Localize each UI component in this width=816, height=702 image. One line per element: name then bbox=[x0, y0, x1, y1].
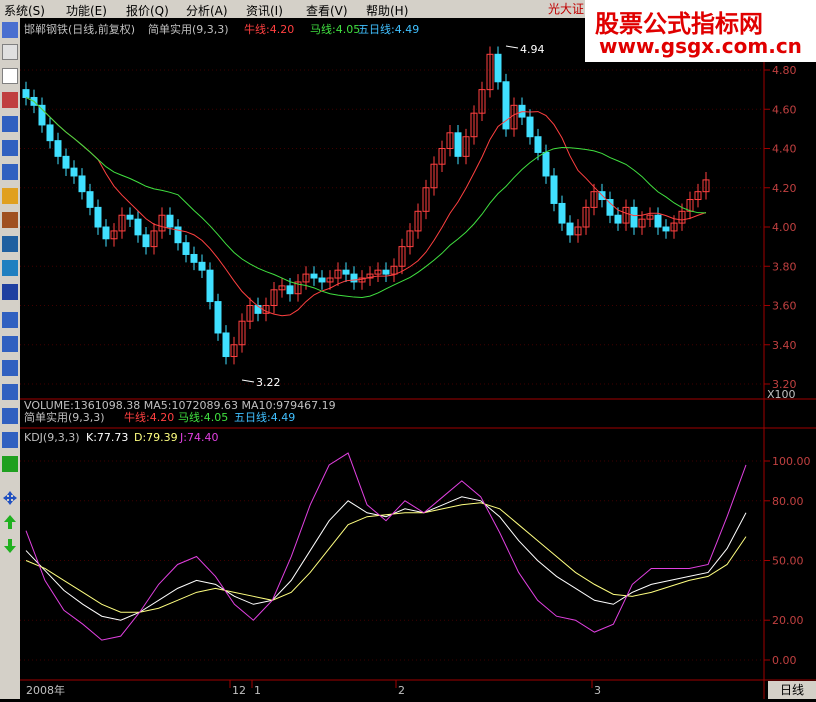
exit-icon[interactable] bbox=[2, 456, 18, 472]
price-tick-label: 3.60 bbox=[772, 300, 797, 313]
time-label-feb: 2 bbox=[398, 684, 405, 697]
daily-tab[interactable]: 日线 bbox=[768, 681, 816, 699]
left-toolbar bbox=[0, 18, 20, 699]
time-label-jan: 1 bbox=[254, 684, 261, 697]
legend-five-day-line: 五日线:4.49 bbox=[358, 22, 419, 36]
price-tick-label: 4.00 bbox=[772, 221, 797, 234]
chart-icon[interactable] bbox=[2, 22, 18, 38]
sub-legend-five-day-line: 五日线:4.49 bbox=[234, 410, 295, 424]
kdj-k-readout: K:77.73 bbox=[86, 431, 128, 444]
sub-indicator-name: 简单实用(9,3,3) bbox=[24, 410, 105, 424]
watermark-logo: 股票公式指标网 www.gsgx.com.cn bbox=[585, 0, 816, 62]
mail-icon[interactable] bbox=[2, 188, 18, 204]
users-icon[interactable] bbox=[2, 212, 18, 228]
arrow-down-icon[interactable] bbox=[2, 538, 18, 554]
kdj-tick-label: 80.00 bbox=[772, 495, 804, 508]
stock-chart[interactable]: 邯郸钢铁(日线,前复权) 简单实用(9,3,3) 牛线:4.20 马线:4.05… bbox=[20, 18, 816, 699]
low-price-label: 3.22 bbox=[256, 376, 281, 389]
menu-function[interactable]: 功能(E) bbox=[66, 2, 107, 19]
wave-icon[interactable] bbox=[2, 312, 18, 328]
kdj-d-readout: D:79.39 bbox=[134, 431, 178, 444]
time-label-mar: 3 bbox=[594, 684, 601, 697]
kdj-tick-label: 50.00 bbox=[772, 555, 804, 568]
price-tick-label: 4.40 bbox=[772, 143, 797, 156]
price-tick-label: 4.60 bbox=[772, 103, 797, 116]
sub-legend-bull-line: 牛线:4.20 bbox=[124, 410, 174, 424]
search-icon[interactable] bbox=[2, 260, 18, 276]
document-icon[interactable] bbox=[2, 408, 18, 424]
page-icon[interactable] bbox=[2, 432, 18, 448]
indicator-name: 简单实用(9,3,3) bbox=[148, 22, 229, 36]
window-icon[interactable] bbox=[2, 116, 18, 132]
kdj-tick-label: 100.00 bbox=[772, 455, 811, 468]
menu-system[interactable]: 系统(S) bbox=[4, 2, 45, 19]
rsi-icon[interactable] bbox=[2, 336, 18, 352]
sub-legend-horse-line: 马线:4.05 bbox=[178, 410, 228, 424]
price-tick-label: 4.80 bbox=[772, 64, 797, 77]
time-label-dec: 12 bbox=[232, 684, 246, 697]
broker-brand: 光大证 bbox=[548, 2, 585, 16]
menu-help[interactable]: 帮助(H) bbox=[366, 2, 408, 19]
price-tick-label: 3.80 bbox=[772, 260, 797, 273]
high-price-label: 4.94 bbox=[520, 43, 545, 56]
kdj-icon[interactable] bbox=[2, 360, 18, 376]
menu-analysis[interactable]: 分析(A) bbox=[186, 2, 228, 19]
kdj-title: KDJ(9,3,3) bbox=[24, 431, 80, 444]
menu-info[interactable]: 资讯(I) bbox=[246, 2, 283, 19]
table-icon[interactable] bbox=[2, 140, 18, 156]
kdj-tick-label: 0.00 bbox=[772, 654, 797, 667]
move-icon[interactable] bbox=[2, 490, 18, 506]
list-icon[interactable] bbox=[2, 44, 18, 60]
menu-quote[interactable]: 报价(Q) bbox=[126, 2, 169, 19]
kdj-tick-label: 20.00 bbox=[772, 614, 804, 627]
line-chart-icon[interactable] bbox=[2, 68, 18, 84]
candle-icon[interactable] bbox=[2, 92, 18, 108]
chart-area: 邯郸钢铁(日线,前复权) 简单实用(9,3,3) 牛线:4.20 马线:4.05… bbox=[20, 18, 816, 699]
time-label-2008: 2008年 bbox=[26, 683, 65, 697]
arrow-up-icon[interactable] bbox=[2, 514, 18, 530]
kdj-j-readout: J:74.40 bbox=[179, 431, 218, 444]
price-tick-label: 3.40 bbox=[772, 339, 797, 352]
price-tick-label: 4.20 bbox=[772, 182, 797, 195]
legend-bull-line: 牛线:4.20 bbox=[244, 22, 294, 36]
grid-icon[interactable] bbox=[2, 384, 18, 400]
legend-horse-line: 马线:4.05 bbox=[310, 22, 360, 36]
info-icon[interactable] bbox=[2, 284, 18, 300]
stock-title: 邯郸钢铁(日线,前复权) bbox=[24, 22, 135, 36]
menu-view[interactable]: 查看(V) bbox=[306, 2, 348, 19]
watermark-url: www.gsgx.com.cn bbox=[599, 34, 802, 58]
report-icon[interactable] bbox=[2, 164, 18, 180]
multiplier-label: X100 bbox=[767, 388, 796, 401]
formula-icon[interactable] bbox=[2, 236, 18, 252]
